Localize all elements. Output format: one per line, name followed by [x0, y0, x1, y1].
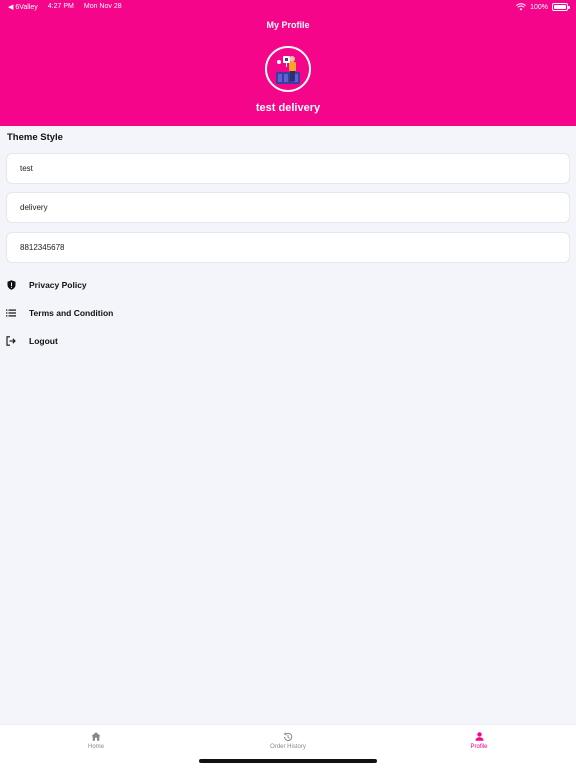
nav-item-order-history[interactable]: Order History: [238, 731, 338, 750]
shield-icon: [6, 280, 16, 290]
menu-item-label: Logout: [29, 336, 58, 346]
status-time: 4:27 PM: [47, 3, 74, 10]
profile-screen: ◀ 6Valley 4:27 PM Mon Nov 28 100% My Pro…: [0, 0, 576, 768]
nav-label: Profile: [470, 744, 488, 750]
menu-item-terms-and-condition[interactable]: Terms and Condition: [6, 303, 566, 323]
battery-icon: [552, 3, 570, 11]
home-indicator[interactable]: [199, 759, 377, 763]
nav-label: Order History: [270, 744, 306, 750]
status-date: Mon Nov 28: [83, 3, 122, 10]
list-icon: [6, 308, 16, 318]
phone-field[interactable]: 8812345678: [6, 232, 570, 263]
last-name-field[interactable]: delivery: [6, 192, 570, 223]
page-title: My Profile: [266, 20, 310, 30]
first-name-field[interactable]: test: [6, 153, 570, 184]
person-icon: [429, 731, 529, 742]
nav-item-profile[interactable]: Profile: [429, 731, 529, 750]
menu-item-privacy-policy[interactable]: Privacy Policy: [6, 275, 566, 295]
menu-item-logout[interactable]: Logout: [6, 331, 566, 351]
status-bar: ◀ 6Valley 4:27 PM Mon Nov 28 100%: [0, 0, 576, 14]
history-icon: [238, 731, 338, 742]
wifi-icon: [516, 3, 527, 11]
back-to-app-link[interactable]: ◀ 6Valley: [8, 3, 38, 11]
menu-item-label: Privacy Policy: [29, 280, 87, 290]
menu-item-label: Terms and Condition: [29, 308, 114, 318]
profile-header: ◀ 6Valley 4:27 PM Mon Nov 28 100% My Pro…: [0, 0, 576, 126]
home-icon: [46, 731, 146, 742]
profile-avatar[interactable]: [265, 46, 311, 92]
nav-label: Home: [87, 744, 104, 750]
nav-item-home[interactable]: Home: [46, 731, 146, 750]
battery-percent: 100%: [530, 3, 548, 11]
theme-style-title[interactable]: Theme Style: [7, 132, 63, 143]
delivery-person-illustration: [267, 48, 309, 90]
logout-icon: [6, 336, 16, 346]
profile-name: test delivery: [255, 102, 321, 114]
